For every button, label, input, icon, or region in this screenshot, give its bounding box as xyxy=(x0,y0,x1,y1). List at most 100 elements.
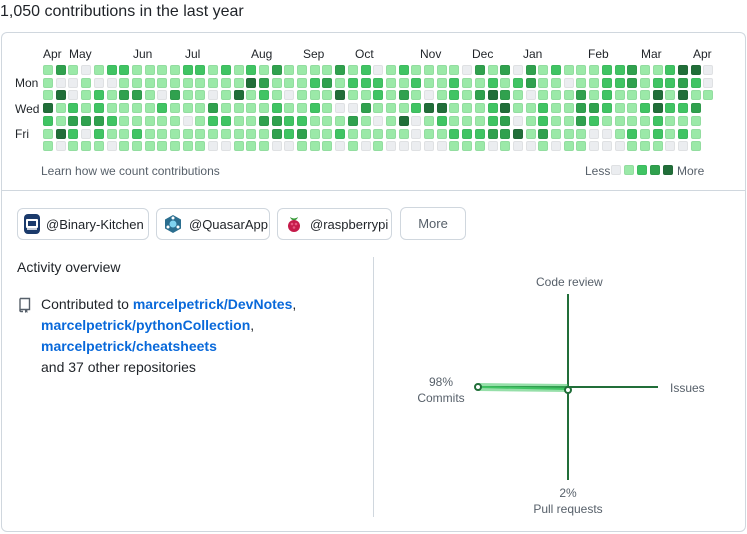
contribution-day-cell[interactable] xyxy=(234,65,244,75)
contribution-day-cell[interactable] xyxy=(678,65,688,75)
contribution-day-cell[interactable] xyxy=(589,129,599,139)
contribution-day-cell[interactable] xyxy=(348,116,358,126)
contribution-day-cell[interactable] xyxy=(94,129,104,139)
contribution-day-cell[interactable] xyxy=(221,78,231,88)
contribution-day-cell[interactable] xyxy=(157,65,167,75)
contribution-day-cell[interactable] xyxy=(437,141,447,151)
contribution-day-cell[interactable] xyxy=(475,116,485,126)
contribution-day-cell[interactable] xyxy=(132,116,142,126)
contribution-day-cell[interactable] xyxy=(653,90,663,100)
repo-link-cheatsheets[interactable]: marcelpetrick/cheatsheets xyxy=(41,338,217,354)
contribution-day-cell[interactable] xyxy=(411,129,421,139)
contribution-day-cell[interactable] xyxy=(640,90,650,100)
contribution-day-cell[interactable] xyxy=(183,90,193,100)
learn-contributions-link[interactable]: Learn how we count contributions xyxy=(41,164,220,178)
org-button-quasarapp[interactable]: @QuasarApp xyxy=(156,208,270,240)
contribution-day-cell[interactable] xyxy=(386,129,396,139)
contribution-day-cell[interactable] xyxy=(602,116,612,126)
contribution-day-cell[interactable] xyxy=(500,141,510,151)
contribution-day-cell[interactable] xyxy=(119,129,129,139)
contribution-day-cell[interactable] xyxy=(513,65,523,75)
contribution-day-cell[interactable] xyxy=(424,65,434,75)
contribution-day-cell[interactable] xyxy=(399,65,409,75)
contribution-day-cell[interactable] xyxy=(221,65,231,75)
contribution-day-cell[interactable] xyxy=(157,103,167,113)
contribution-day-cell[interactable] xyxy=(335,116,345,126)
contribution-day-cell[interactable] xyxy=(335,90,345,100)
contribution-day-cell[interactable] xyxy=(68,103,78,113)
contribution-day-cell[interactable] xyxy=(513,103,523,113)
contribution-day-cell[interactable] xyxy=(411,65,421,75)
contribution-day-cell[interactable] xyxy=(272,129,282,139)
contribution-day-cell[interactable] xyxy=(259,129,269,139)
contribution-day-cell[interactable] xyxy=(94,116,104,126)
contribution-day-cell[interactable] xyxy=(234,129,244,139)
org-button-binary-kitchen[interactable]: @Binary-Kitchen xyxy=(17,208,149,240)
contribution-day-cell[interactable] xyxy=(424,90,434,100)
repo-link-pythoncollection[interactable]: marcelpetrick/pythonCollection xyxy=(41,317,250,333)
contribution-day-cell[interactable] xyxy=(170,116,180,126)
contribution-day-cell[interactable] xyxy=(56,90,66,100)
contribution-day-cell[interactable] xyxy=(462,78,472,88)
contribution-day-cell[interactable] xyxy=(208,129,218,139)
contribution-day-cell[interactable] xyxy=(678,141,688,151)
contribution-day-cell[interactable] xyxy=(576,65,586,75)
contribution-day-cell[interactable] xyxy=(272,141,282,151)
contribution-day-cell[interactable] xyxy=(348,65,358,75)
contribution-day-cell[interactable] xyxy=(68,78,78,88)
contribution-day-cell[interactable] xyxy=(145,103,155,113)
contribution-day-cell[interactable] xyxy=(691,78,701,88)
contribution-day-cell[interactable] xyxy=(678,78,688,88)
contribution-day-cell[interactable] xyxy=(500,116,510,126)
contribution-day-cell[interactable] xyxy=(208,141,218,151)
contribution-day-cell[interactable] xyxy=(551,103,561,113)
contribution-day-cell[interactable] xyxy=(488,141,498,151)
contribution-day-cell[interactable] xyxy=(564,141,574,151)
contribution-day-cell[interactable] xyxy=(335,129,345,139)
contribution-day-cell[interactable] xyxy=(322,65,332,75)
contribution-day-cell[interactable] xyxy=(284,78,294,88)
contribution-day-cell[interactable] xyxy=(615,90,625,100)
contribution-day-cell[interactable] xyxy=(208,90,218,100)
contribution-day-cell[interactable] xyxy=(234,103,244,113)
contribution-day-cell[interactable] xyxy=(589,141,599,151)
contribution-day-cell[interactable] xyxy=(170,129,180,139)
contribution-day-cell[interactable] xyxy=(665,129,675,139)
contribution-day-cell[interactable] xyxy=(361,65,371,75)
contribution-day-cell[interactable] xyxy=(246,90,256,100)
contribution-day-cell[interactable] xyxy=(640,129,650,139)
contribution-day-cell[interactable] xyxy=(195,65,205,75)
contribution-day-cell[interactable] xyxy=(361,103,371,113)
contribution-day-cell[interactable] xyxy=(322,78,332,88)
contribution-day-cell[interactable] xyxy=(653,65,663,75)
contribution-day-cell[interactable] xyxy=(208,116,218,126)
contribution-day-cell[interactable] xyxy=(411,90,421,100)
contribution-day-cell[interactable] xyxy=(195,129,205,139)
contribution-day-cell[interactable] xyxy=(284,103,294,113)
contribution-day-cell[interactable] xyxy=(615,78,625,88)
contribution-day-cell[interactable] xyxy=(373,141,383,151)
contribution-day-cell[interactable] xyxy=(665,103,675,113)
contribution-day-cell[interactable] xyxy=(526,129,536,139)
contribution-day-cell[interactable] xyxy=(462,116,472,126)
contribution-day-cell[interactable] xyxy=(170,103,180,113)
contribution-day-cell[interactable] xyxy=(234,116,244,126)
contribution-day-cell[interactable] xyxy=(411,78,421,88)
contribution-day-cell[interactable] xyxy=(399,78,409,88)
contribution-day-cell[interactable] xyxy=(284,116,294,126)
contribution-day-cell[interactable] xyxy=(386,116,396,126)
contribution-day-cell[interactable] xyxy=(576,78,586,88)
contribution-day-cell[interactable] xyxy=(589,90,599,100)
contribution-day-cell[interactable] xyxy=(576,141,586,151)
contribution-day-cell[interactable] xyxy=(348,78,358,88)
contribution-day-cell[interactable] xyxy=(373,78,383,88)
contribution-day-cell[interactable] xyxy=(602,141,612,151)
contribution-day-cell[interactable] xyxy=(43,129,53,139)
contribution-day-cell[interactable] xyxy=(43,65,53,75)
contribution-day-cell[interactable] xyxy=(411,141,421,151)
contribution-day-cell[interactable] xyxy=(221,141,231,151)
contribution-day-cell[interactable] xyxy=(564,103,574,113)
contribution-day-cell[interactable] xyxy=(348,90,358,100)
contribution-day-cell[interactable] xyxy=(145,90,155,100)
contribution-day-cell[interactable] xyxy=(564,65,574,75)
